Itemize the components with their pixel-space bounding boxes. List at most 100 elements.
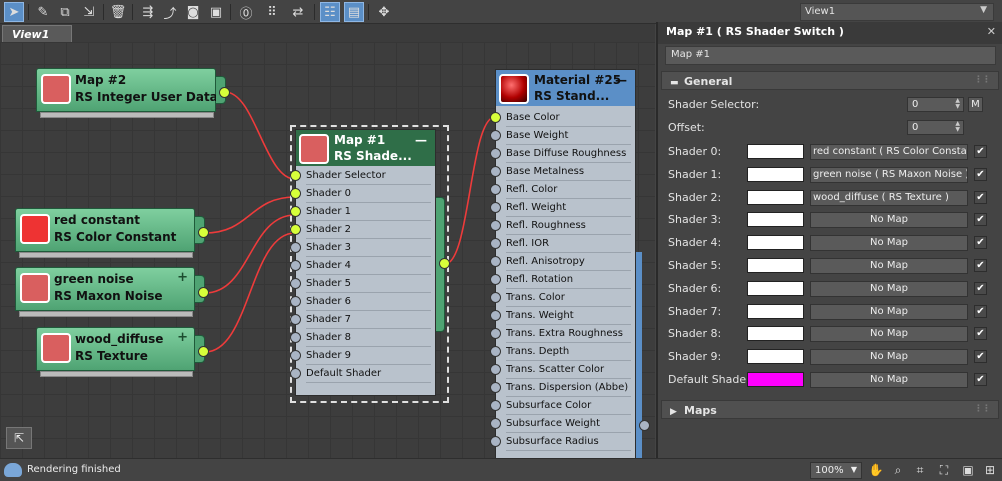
spinner-arrows-icon[interactable]: ▲ ▼: [955, 121, 960, 133]
input-port[interactable]: [290, 350, 301, 361]
minimize-icon[interactable]: —: [415, 133, 427, 147]
input-port[interactable]: [490, 310, 501, 321]
shader-color-swatch[interactable]: [747, 303, 804, 319]
show-shaded-icon[interactable]: ⓪: [236, 2, 256, 22]
node-red-constant[interactable]: red constant RS Color Constant: [15, 208, 215, 258]
shader-map-button[interactable]: No Map: [810, 258, 968, 274]
input-port[interactable]: [490, 436, 501, 447]
spinner-arrows-icon[interactable]: ▲ ▼: [955, 98, 960, 110]
output-port[interactable]: [198, 346, 209, 357]
input-port[interactable]: [290, 206, 301, 217]
input-port[interactable]: [290, 368, 301, 379]
frame-icon[interactable]: ⊞: [982, 462, 998, 478]
input-port[interactable]: [490, 166, 501, 177]
shader-color-swatch[interactable]: [747, 372, 804, 387]
shader-enable-checkbox[interactable]: ✔: [974, 304, 987, 318]
plus-icon[interactable]: +: [177, 330, 188, 345]
shader-selector-spinner[interactable]: 0 ▲ ▼: [907, 97, 964, 112]
shader-enable-checkbox[interactable]: ✔: [974, 145, 987, 158]
input-port[interactable]: [490, 184, 501, 195]
show-bg-icon[interactable]: ⇄: [288, 2, 308, 22]
delete-icon[interactable]: 🗑: [108, 2, 128, 22]
m-button[interactable]: M: [968, 97, 983, 112]
shader-map-button[interactable]: No Map: [810, 326, 968, 343]
material-map-icon[interactable]: ✥: [374, 2, 394, 22]
input-port[interactable]: [290, 332, 301, 343]
input-port[interactable]: [490, 112, 501, 123]
node-map1-shader-switch[interactable]: Map #1 RS Shade... — Shader Selector Shad…: [290, 129, 436, 396]
move-children-icon[interactable]: ⇶: [138, 2, 158, 22]
output-port[interactable]: [219, 87, 230, 98]
node-green-noise[interactable]: green noise RS Maxon Noise +: [15, 267, 215, 317]
shader-enable-checkbox[interactable]: ✔: [974, 373, 987, 386]
zoom-region-icon[interactable]: ⌗: [912, 462, 928, 478]
shader-map-button[interactable]: green noise ( RS Maxon Noise ): [810, 166, 968, 183]
shader-color-swatch[interactable]: [747, 349, 804, 365]
shader-enable-checkbox[interactable]: ✔: [974, 350, 987, 364]
output-port[interactable]: [198, 227, 209, 238]
shader-map-button[interactable]: No Map: [810, 372, 968, 388]
shader-enable-checkbox[interactable]: ✔: [974, 281, 987, 295]
input-port[interactable]: [290, 188, 301, 199]
shader-map-button[interactable]: No Map: [810, 303, 968, 320]
shader-map-button[interactable]: red constant ( RS Color Constant ): [810, 144, 968, 160]
zoom-dropdown[interactable]: 100% ▼: [810, 462, 862, 479]
options-icon[interactable]: ⠿: [262, 2, 282, 22]
output-port[interactable]: [198, 287, 209, 298]
view-dropdown[interactable]: View1 ▼: [800, 3, 994, 21]
shader-color-swatch[interactable]: [747, 144, 804, 159]
offset-spinner[interactable]: 0 ▲ ▼: [907, 120, 964, 135]
zoom-icon[interactable]: ⌕: [890, 462, 906, 478]
input-port[interactable]: [490, 256, 501, 267]
input-port[interactable]: [290, 242, 301, 253]
input-port[interactable]: [290, 260, 301, 271]
pick-material-icon[interactable]: ⧉: [55, 2, 75, 22]
shader-map-button[interactable]: wood_diffuse ( RS Texture ): [810, 189, 968, 206]
zoom-extents-icon[interactable]: ⛶: [936, 462, 952, 478]
layout-all-icon[interactable]: ▣: [206, 2, 226, 22]
input-port[interactable]: [490, 400, 501, 411]
layout-toggle-icon[interactable]: ☷: [320, 2, 340, 22]
shader-color-swatch[interactable]: [747, 166, 804, 182]
shader-color-swatch[interactable]: [747, 212, 804, 228]
shader-color-swatch[interactable]: [747, 235, 804, 251]
close-icon[interactable]: ✕: [987, 25, 996, 38]
input-port[interactable]: [490, 292, 501, 303]
minimize-icon[interactable]: —: [615, 73, 627, 87]
input-port[interactable]: [490, 346, 501, 357]
shader-map-button[interactable]: No Map: [810, 349, 968, 366]
input-port[interactable]: [290, 224, 301, 235]
input-port[interactable]: [290, 314, 301, 325]
eyedropper-icon[interactable]: ✎: [33, 2, 53, 22]
shader-color-swatch[interactable]: [747, 258, 804, 273]
shader-enable-checkbox[interactable]: ✔: [974, 190, 987, 204]
input-port[interactable]: [490, 382, 501, 393]
node-material25[interactable]: Material #25 RS Stand... — Base Color Bas…: [490, 69, 636, 458]
node-canvas[interactable]: Map #2 RS Integer User Data red constant…: [0, 42, 655, 458]
shader-map-button[interactable]: No Map: [810, 280, 968, 297]
select-arrow-icon[interactable]: ➤: [4, 2, 24, 22]
shader-enable-checkbox[interactable]: ✔: [974, 213, 987, 227]
input-port[interactable]: [490, 202, 501, 213]
input-port[interactable]: [290, 170, 301, 181]
input-port[interactable]: [490, 328, 501, 339]
shader-color-swatch[interactable]: [747, 326, 804, 342]
input-port[interactable]: [290, 296, 301, 307]
zoom-extents-selected-icon[interactable]: ▣: [960, 462, 976, 478]
shader-map-button[interactable]: No Map: [810, 212, 968, 229]
input-port[interactable]: [290, 278, 301, 289]
navigator-icon[interactable]: ⇱: [6, 427, 32, 449]
input-port[interactable]: [490, 220, 501, 231]
input-port[interactable]: [490, 418, 501, 429]
shader-color-swatch[interactable]: [747, 280, 804, 296]
shader-color-swatch[interactable]: [747, 189, 804, 205]
pan-hand-icon[interactable]: ✋: [868, 462, 884, 478]
shader-map-button[interactable]: No Map: [810, 235, 968, 252]
assign-material-icon[interactable]: ⇲: [79, 2, 99, 22]
input-port[interactable]: [490, 148, 501, 159]
hide-unused-icon[interactable]: ◙: [183, 2, 203, 22]
shader-enable-checkbox[interactable]: ✔: [974, 259, 987, 272]
input-port[interactable]: [490, 130, 501, 141]
layout-icon[interactable]: ⤴: [160, 2, 180, 22]
shader-enable-checkbox[interactable]: ✔: [974, 167, 987, 181]
